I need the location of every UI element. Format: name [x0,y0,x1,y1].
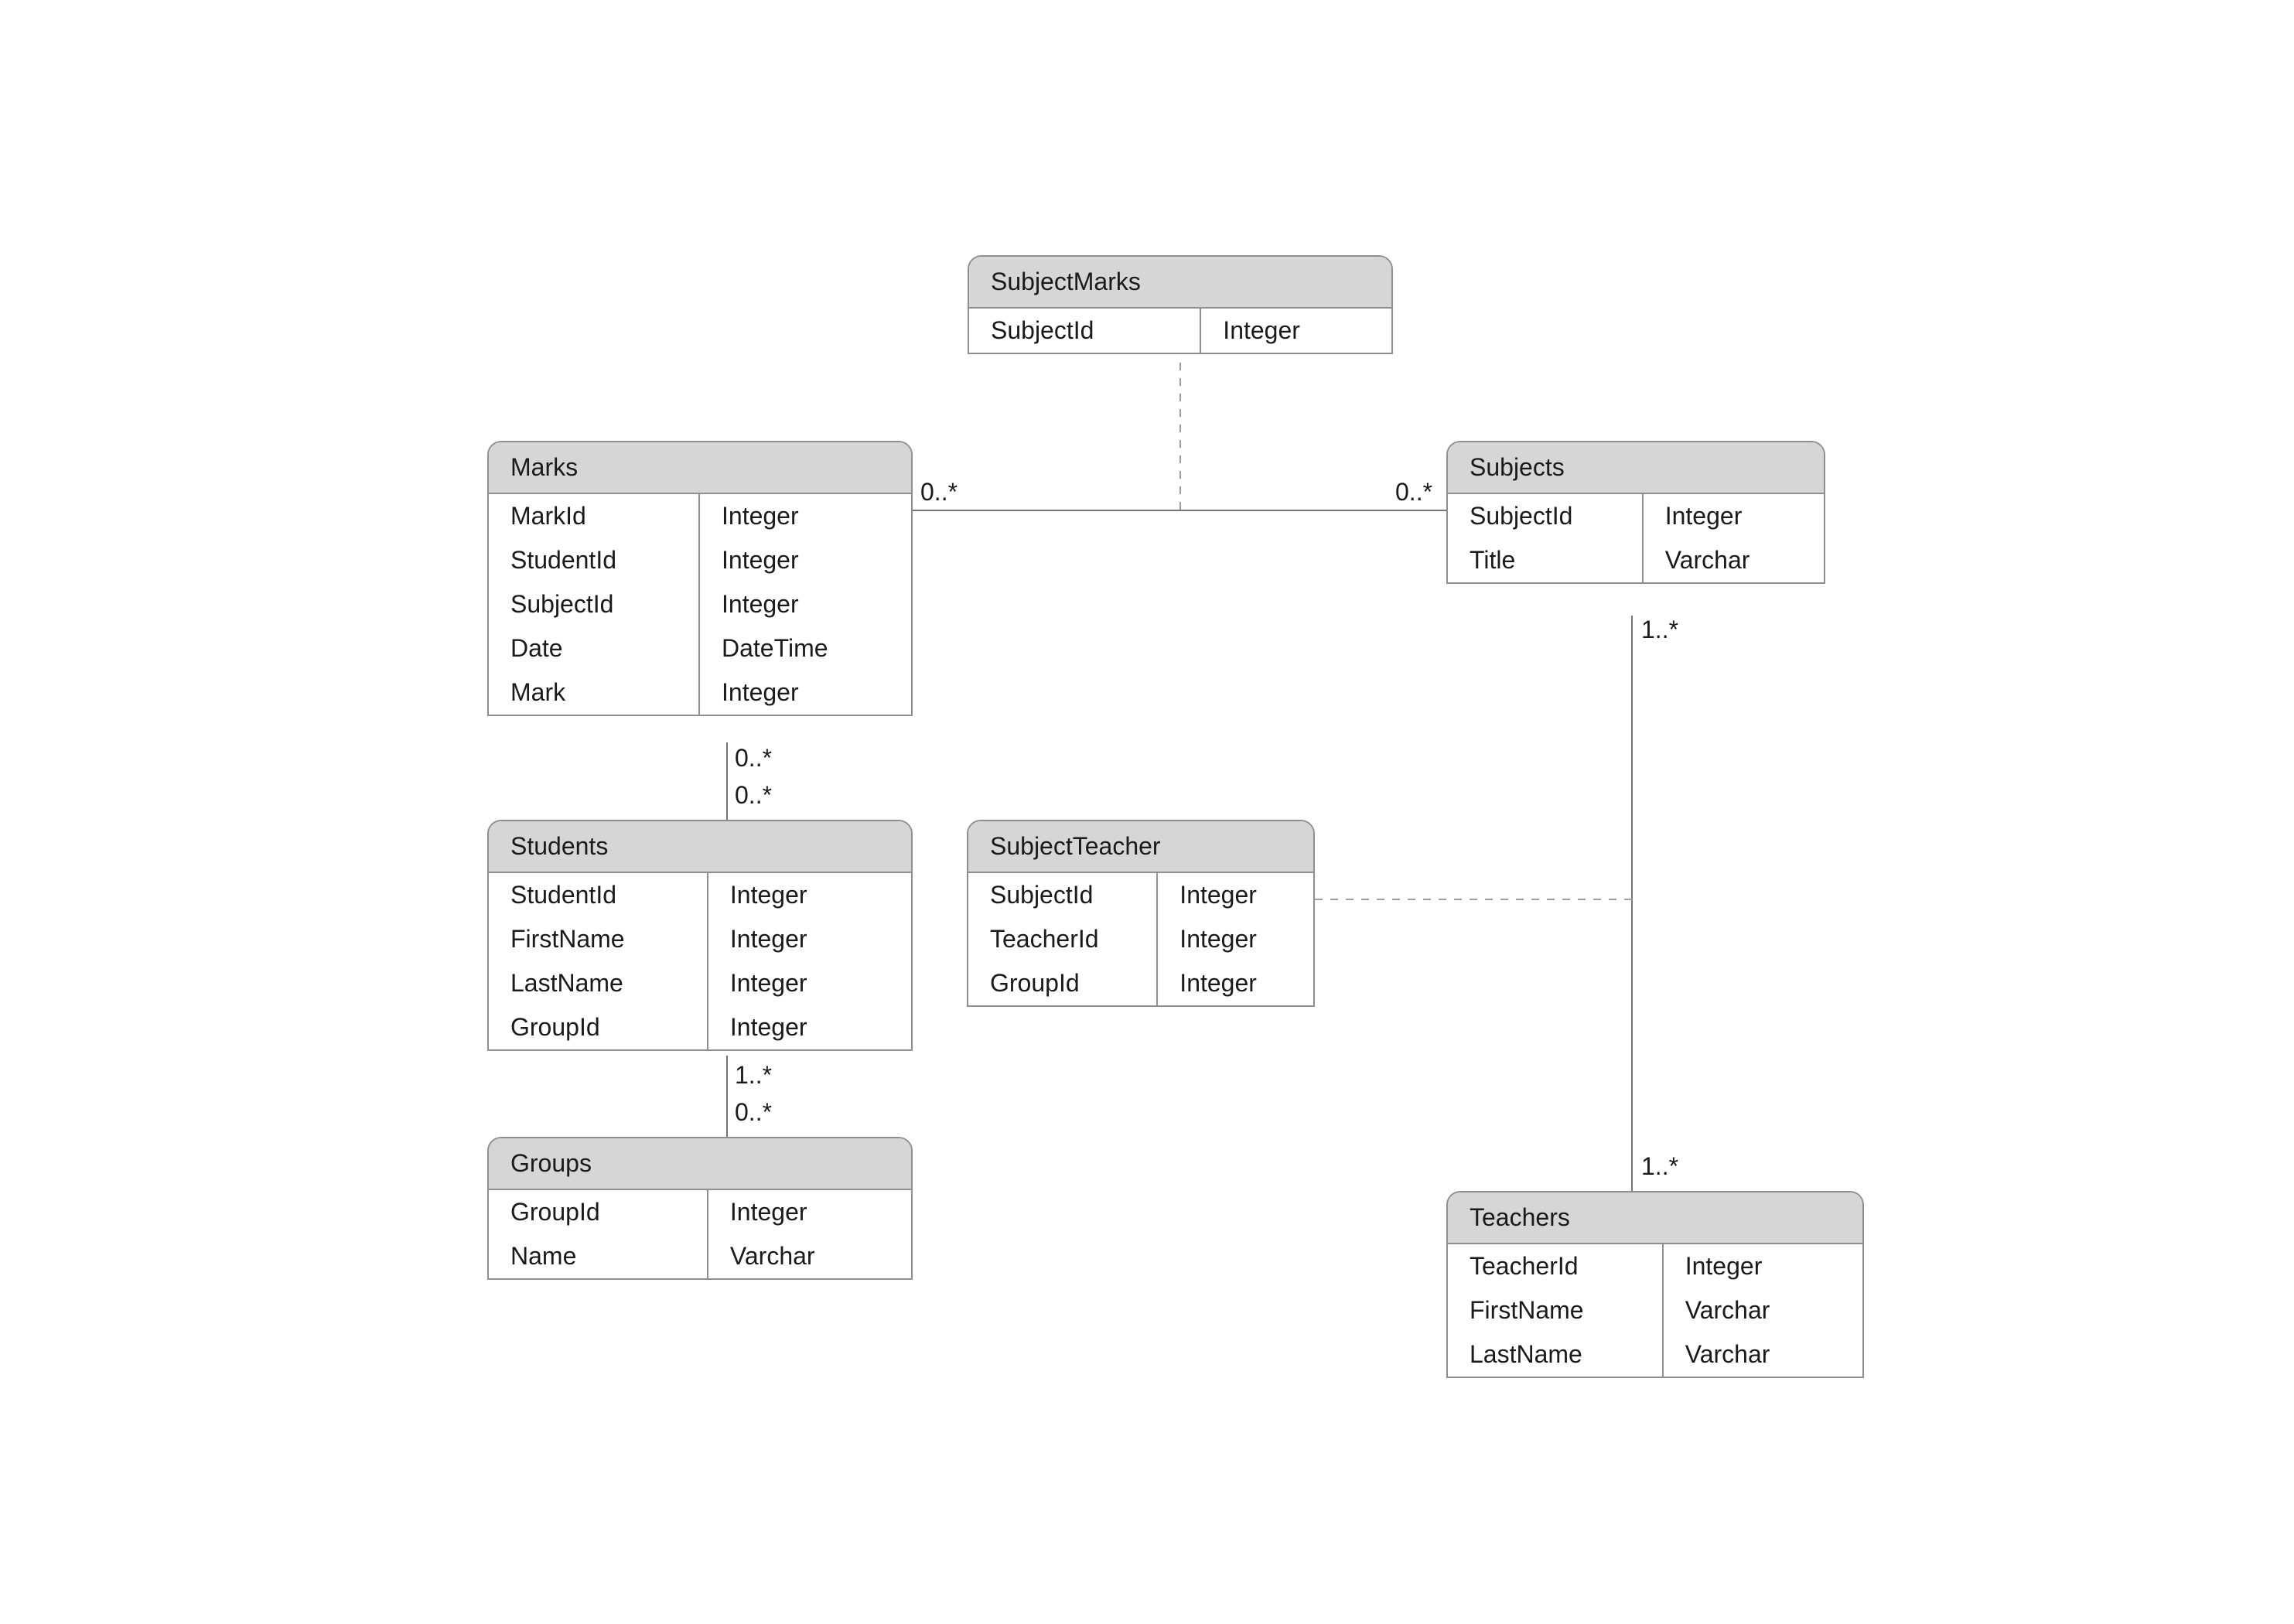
field-name: TeacherId [968,917,1158,961]
multiplicity-label: 1..* [1641,616,1678,644]
multiplicity-label: 0..* [920,478,958,507]
field-type: DateTime [700,626,850,670]
field-type: Integer [1201,309,1322,353]
entity-groups[interactable]: Groups GroupIdInteger NameVarchar [487,1137,913,1280]
multiplicity-label: 0..* [735,781,772,810]
connectors-layer [0,0,2294,1624]
field-name: StudentId [489,538,700,582]
field-type: Integer [708,917,829,961]
entity-students[interactable]: Students StudentIdInteger FirstNameInteg… [487,820,913,1051]
field-name: LastName [1448,1332,1664,1377]
field-name: Mark [489,670,700,715]
field-name: FirstName [489,917,708,961]
field-name: SubjectId [489,582,700,626]
field-name: Date [489,626,700,670]
field-row: SubjectId Integer [969,309,1391,353]
field-type: Integer [708,873,829,917]
field-name: GroupId [489,1005,708,1049]
entity-subjectmarks[interactable]: SubjectMarks SubjectId Integer [968,255,1393,354]
multiplicity-label: 0..* [735,1098,772,1127]
field-name: LastName [489,961,708,1005]
entity-title: SubjectMarks [969,257,1391,309]
field-type: Integer [1158,961,1278,1005]
multiplicity-label: 1..* [1641,1152,1678,1181]
entity-title: SubjectTeacher [968,821,1313,873]
field-type: Integer [700,670,821,715]
entity-marks[interactable]: Marks MarkIdInteger StudentIdInteger Sub… [487,441,913,716]
field-type: Integer [1644,494,1764,538]
field-type: Integer [700,494,821,538]
field-type: Varchar [708,1234,837,1278]
multiplicity-label: 0..* [735,744,772,773]
field-type: Varchar [1664,1332,1792,1377]
field-name: Title [1448,538,1644,582]
entity-subjectteacher[interactable]: SubjectTeacher SubjectIdInteger TeacherI… [967,820,1315,1007]
field-type: Integer [1664,1244,1784,1288]
entity-title: Subjects [1448,442,1824,494]
multiplicity-label: 0..* [1395,478,1432,507]
entity-title: Groups [489,1138,911,1190]
field-type: Integer [1158,917,1278,961]
field-type: Integer [700,582,821,626]
field-name: GroupId [489,1190,708,1234]
field-name: FirstName [1448,1288,1664,1332]
entity-title: Teachers [1448,1192,1862,1244]
field-type: Integer [708,1190,829,1234]
entity-teachers[interactable]: Teachers TeacherIdInteger FirstNameVarch… [1446,1191,1864,1378]
field-name: TeacherId [1448,1244,1664,1288]
diagram-canvas: SubjectMarks SubjectId Integer Marks Mar… [0,0,2294,1624]
field-name: SubjectId [1448,494,1644,538]
field-name: SubjectId [969,309,1201,353]
entity-subjects[interactable]: Subjects SubjectIdInteger TitleVarchar [1446,441,1825,584]
field-name: MarkId [489,494,700,538]
field-type: Integer [700,538,821,582]
field-type: Varchar [1664,1288,1792,1332]
field-name: Name [489,1234,708,1278]
entity-title: Marks [489,442,911,494]
field-name: StudentId [489,873,708,917]
field-type: Varchar [1644,538,1772,582]
field-type: Integer [708,1005,829,1049]
multiplicity-label: 1..* [735,1061,772,1090]
field-name: SubjectId [968,873,1158,917]
field-name: GroupId [968,961,1158,1005]
field-type: Integer [1158,873,1278,917]
entity-title: Students [489,821,911,873]
field-type: Integer [708,961,829,1005]
